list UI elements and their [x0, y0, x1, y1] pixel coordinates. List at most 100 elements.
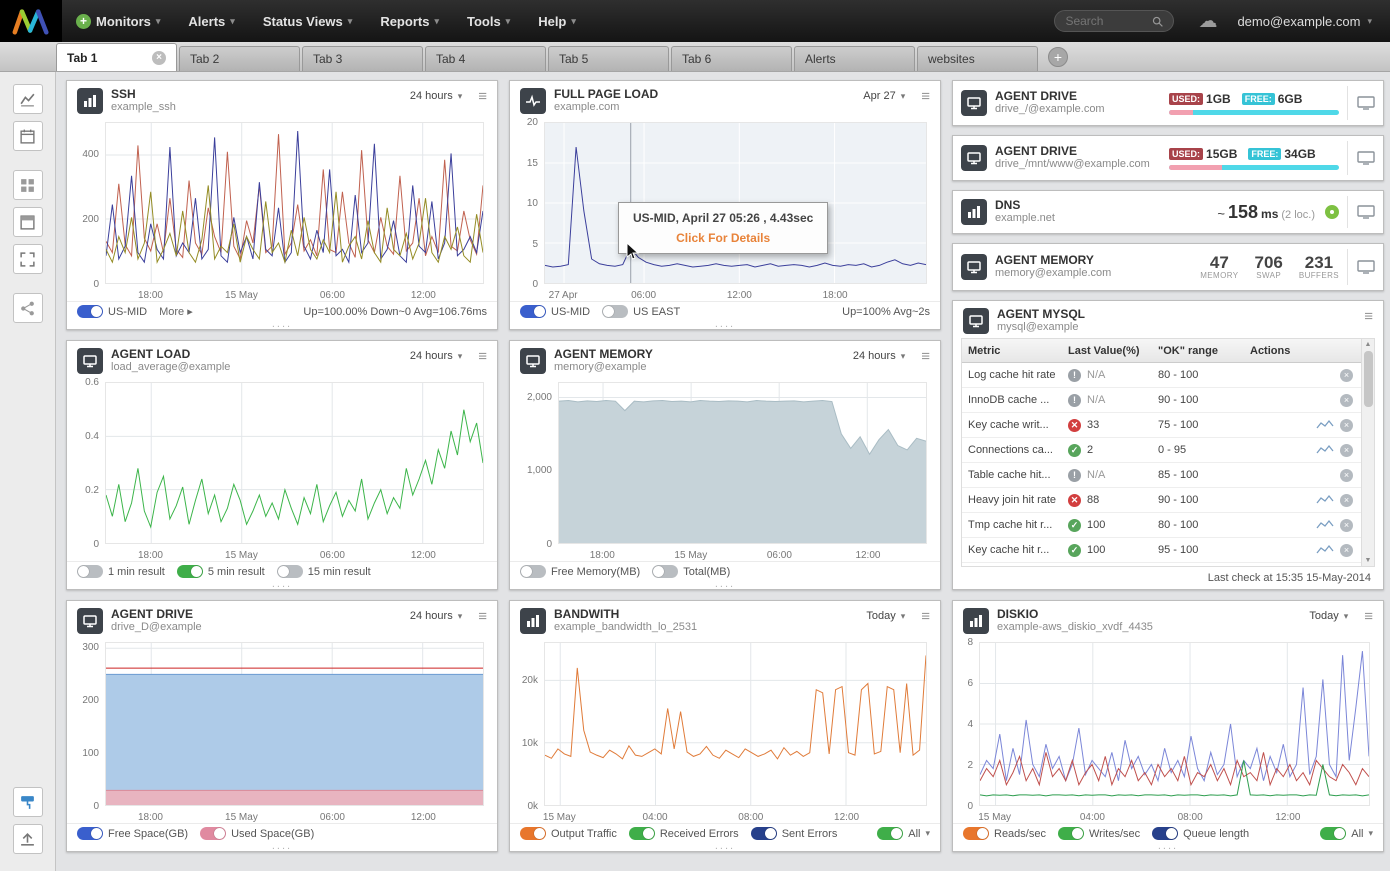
scroll-down-icon[interactable]: ▼	[1365, 557, 1372, 564]
remove-metric-button[interactable]: ×	[1340, 394, 1353, 407]
nav-monitors[interactable]: + Monitors ▾	[62, 0, 174, 42]
search-box[interactable]	[1054, 10, 1174, 32]
remove-metric-button[interactable]: ×	[1340, 494, 1353, 507]
caret-down-icon[interactable]: ▾	[1368, 828, 1373, 839]
nav-status-views[interactable]: Status Views ▾	[249, 0, 367, 42]
remove-metric-button[interactable]: ×	[1340, 419, 1353, 432]
tab-3[interactable]: Tab 3	[302, 46, 423, 71]
remove-metric-button[interactable]: ×	[1340, 369, 1353, 382]
us-mid-toggle[interactable]	[77, 305, 103, 318]
view-history-button[interactable]	[1316, 519, 1334, 531]
more-link[interactable]: More ▸	[159, 305, 193, 318]
agent-memory-chart[interactable]: 01,0002,00018:0015 May06:0012:00	[514, 378, 932, 561]
widget-drag-handle[interactable]: ....	[67, 843, 497, 851]
close-tab-icon[interactable]: ×	[152, 51, 166, 65]
load-range-dropdown[interactable]: 24 hours▾	[410, 348, 462, 362]
view-history-button[interactable]	[1316, 544, 1334, 556]
widget-drag-handle[interactable]: ....	[510, 321, 940, 329]
free-space-toggle[interactable]	[77, 827, 103, 840]
tab-websites[interactable]: websites	[917, 46, 1038, 71]
output-traffic-toggle[interactable]	[520, 827, 546, 840]
ssh-chart[interactable]: 020040018:0015 May06:0012:00	[71, 118, 489, 301]
widget-drag-handle[interactable]: ....	[510, 843, 940, 851]
tooltip-details-link[interactable]: Click For Details	[633, 231, 813, 245]
table-row[interactable]: Key cache hit r... ✓100 95 - 100 ×	[962, 538, 1361, 563]
sidebar-share-button[interactable]	[13, 293, 43, 323]
widget-menu-icon[interactable]: ≡	[478, 88, 487, 104]
tab-4[interactable]: Tab 4	[425, 46, 546, 71]
open-monitor-button[interactable]	[1347, 196, 1383, 228]
sidebar-dashboard-button[interactable]	[13, 170, 43, 200]
agent-drive-chart[interactable]: 010020030018:0015 May06:0012:00	[71, 638, 489, 823]
nav-help[interactable]: Help ▾	[524, 0, 590, 42]
diskio-range-dropdown[interactable]: Today▾	[1309, 608, 1348, 622]
remove-metric-button[interactable]: ×	[1340, 444, 1353, 457]
widget-menu-icon[interactable]: ≡	[1364, 308, 1373, 324]
search-input[interactable]	[1063, 13, 1151, 29]
memory-range-dropdown[interactable]: 24 hours▾	[853, 348, 905, 362]
1min-toggle[interactable]	[77, 565, 103, 578]
widget-drag-handle[interactable]: ....	[67, 321, 497, 329]
widget-menu-icon[interactable]: ≡	[478, 348, 487, 364]
diskio-chart[interactable]: 0246815 May04:0008:0012:00	[957, 638, 1375, 823]
5min-toggle[interactable]	[177, 565, 203, 578]
sidebar-upload-button[interactable]	[13, 824, 43, 854]
received-errors-toggle[interactable]	[629, 827, 655, 840]
all-series-toggle[interactable]	[1320, 827, 1346, 840]
open-monitor-button[interactable]	[1347, 141, 1383, 175]
table-row[interactable]: Connections ca... ✓2 0 - 95 ×	[962, 438, 1361, 463]
widget-menu-icon[interactable]: ≡	[478, 608, 487, 624]
table-row[interactable]: Table cache hit... !N/A 85 - 100 ×	[962, 463, 1361, 488]
used-space-toggle[interactable]	[200, 827, 226, 840]
nav-reports[interactable]: Reports ▾	[366, 0, 453, 42]
remove-metric-button[interactable]: ×	[1340, 519, 1353, 532]
cloud-icon[interactable]: ☁	[1198, 10, 1217, 33]
scrollbar-thumb[interactable]	[1364, 351, 1373, 407]
all-series-toggle[interactable]	[877, 827, 903, 840]
15min-toggle[interactable]	[277, 565, 303, 578]
view-history-button[interactable]	[1316, 444, 1334, 456]
us-east-toggle[interactable]	[602, 305, 628, 318]
app-logo[interactable]	[0, 0, 62, 42]
nav-alerts[interactable]: Alerts ▾	[174, 0, 248, 42]
queue-length-toggle[interactable]	[1152, 827, 1178, 840]
tab-alerts[interactable]: Alerts	[794, 46, 915, 71]
sent-errors-toggle[interactable]	[751, 827, 777, 840]
sidebar-window-button[interactable]	[13, 207, 43, 237]
tab-5[interactable]: Tab 5	[548, 46, 669, 71]
chart-tooltip[interactable]: US-MID, April 27 05:26 , 4.43sec Click F…	[618, 202, 828, 254]
open-monitor-button[interactable]	[1347, 249, 1383, 285]
drive-range-dropdown[interactable]: 24 hours▾	[410, 608, 462, 622]
caret-down-icon[interactable]: ▾	[925, 828, 930, 839]
widget-drag-handle[interactable]: ....	[953, 843, 1383, 851]
widget-drag-handle[interactable]: ....	[510, 581, 940, 589]
remove-metric-button[interactable]: ×	[1340, 544, 1353, 557]
widget-menu-icon[interactable]: ≡	[921, 88, 930, 104]
total-toggle[interactable]	[652, 565, 678, 578]
sidebar-calendar-button[interactable]	[13, 121, 43, 151]
remove-metric-button[interactable]: ×	[1340, 469, 1353, 482]
tab-6[interactable]: Tab 6	[671, 46, 792, 71]
table-row[interactable]: Key cache writ... ✕33 75 - 100 ×	[962, 413, 1361, 438]
bandwidth-range-dropdown[interactable]: Today▾	[866, 608, 905, 622]
table-scrollbar[interactable]: ▲ ▼	[1361, 339, 1374, 566]
fullpage-date-dropdown[interactable]: Apr 27▾	[863, 88, 905, 102]
table-row[interactable]: InnoDB cache ... !N/A 90 - 100 ×	[962, 388, 1361, 413]
tab-1[interactable]: Tab 1 ×	[56, 43, 177, 71]
free-memory-toggle[interactable]	[520, 565, 546, 578]
scroll-up-icon[interactable]: ▲	[1365, 341, 1372, 348]
widget-menu-icon[interactable]: ≡	[921, 608, 930, 624]
user-menu[interactable]: demo@example.com ▾	[1237, 14, 1372, 29]
sidebar-brush-button[interactable]	[13, 787, 43, 817]
view-history-button[interactable]	[1316, 419, 1334, 431]
bandwidth-chart[interactable]: 0k10k20k15 May04:0008:0012:00	[514, 638, 932, 823]
table-row[interactable]: Tmp cache hit r... ✓100 80 - 100 ×	[962, 513, 1361, 538]
tab-2[interactable]: Tab 2	[179, 46, 300, 71]
nav-tools[interactable]: Tools ▾	[453, 0, 524, 42]
sidebar-chart-button[interactable]	[13, 84, 43, 114]
open-monitor-button[interactable]	[1347, 86, 1383, 120]
agent-load-chart[interactable]: 00.20.40.618:0015 May06:0012:00	[71, 378, 489, 561]
table-row[interactable]: Heavy join hit rate ✕88 90 - 100 ×	[962, 488, 1361, 513]
widget-menu-icon[interactable]: ≡	[1364, 608, 1373, 624]
ssh-range-dropdown[interactable]: 24 hours▾	[410, 88, 462, 102]
